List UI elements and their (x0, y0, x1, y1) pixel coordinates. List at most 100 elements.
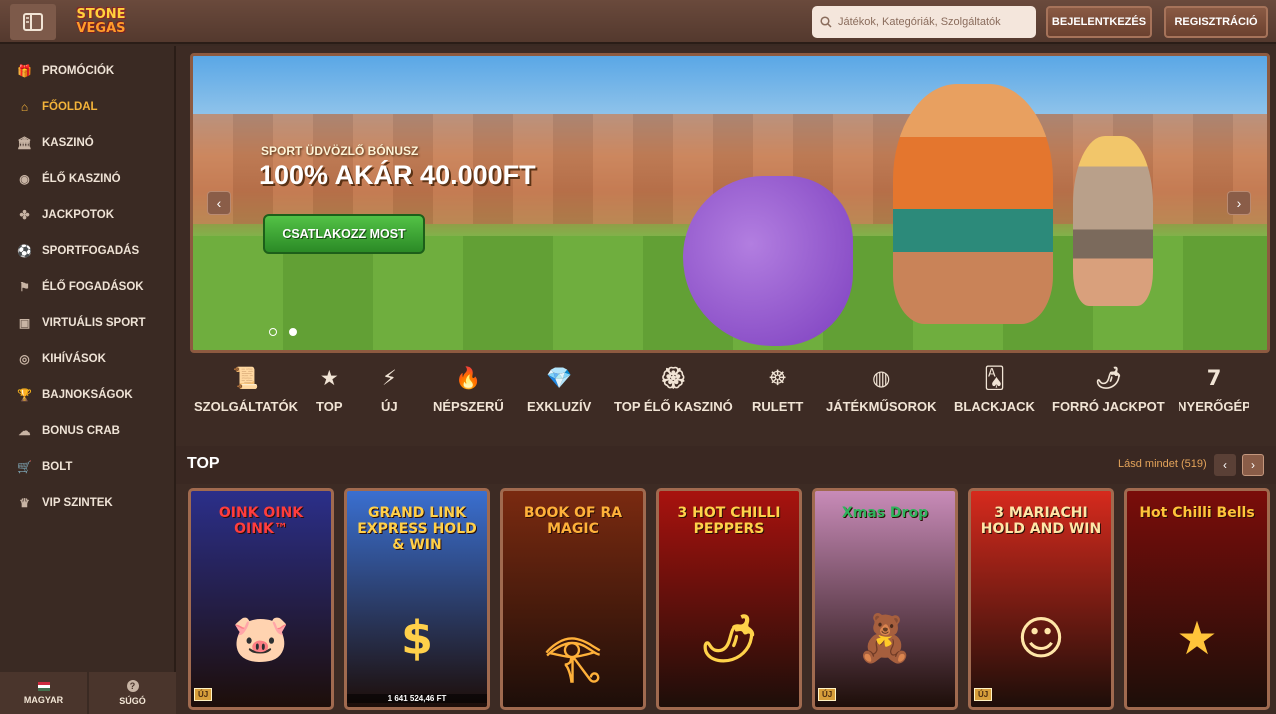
target-icon: ◎ (19, 352, 30, 366)
game-card[interactable]: OINK OINK OINK™ 🐷 ÚJ (188, 488, 334, 710)
category-item[interactable]: 💎 EXKLUZÍV (527, 364, 591, 414)
game-title: Hot Chilli Bells (1139, 505, 1255, 521)
menu-icon (23, 13, 43, 31)
cards-icon: 🂡 (983, 366, 1006, 390)
sidebar-item[interactable]: ⚑ ÉLŐ FOGADÁSOK (0, 269, 174, 305)
game-art-icon: $ (400, 611, 434, 665)
category-label: JÁTÉKMŰSOROK (826, 399, 937, 414)
chevron-left-icon: ‹ (1223, 458, 1227, 472)
game-art-icon: 🌶 (699, 611, 759, 665)
banner-next-button[interactable]: › (1227, 191, 1251, 215)
sidebar-item[interactable]: ⌂ FŐOLDAL (0, 89, 174, 125)
category-item[interactable]: 🏵 TOP ÉLŐ KASZINÓ (614, 364, 733, 414)
lightning-icon: ⚡ (381, 366, 397, 390)
category-item[interactable]: 🔥 NÉPSZERŰ (433, 364, 504, 414)
sidebar-item-label: PROMÓCIÓK (42, 65, 115, 77)
game-title: 3 HOT CHILLI PEPPERS (677, 505, 781, 537)
game-card[interactable]: BOOK OF RA MAGIC 𓂀 (500, 488, 646, 710)
sidebar-item[interactable]: ✤ JACKPOTOK (0, 197, 174, 233)
virtual-sport-icon: ▣ (18, 316, 31, 330)
game-card[interactable]: Xmas Drop 🧸 ÚJ (812, 488, 958, 710)
hungary-flag-icon (37, 681, 50, 691)
register-button[interactable]: REGISZTRÁCIÓ (1164, 6, 1268, 38)
jackpot-amount: 1 641 524,46 FT (347, 694, 487, 703)
game-art-icon: 🧸 (856, 611, 914, 665)
game-title: GRAND LINK EXPRESS HOLD & WIN (357, 505, 477, 553)
search-input[interactable] (838, 16, 1028, 28)
sidebar-item[interactable]: ▣ VIRTUÁLIS SPORT (0, 305, 174, 341)
game-card[interactable]: Hot Chilli Bells ★ (1124, 488, 1270, 710)
category-item[interactable]: ◍ JÁTÉKMŰSOROK (826, 364, 937, 414)
category-label: ÚJ (381, 399, 398, 414)
search-bar[interactable] (812, 6, 1036, 38)
slide-dot-1[interactable] (269, 328, 277, 336)
sidebar-item-label: FŐOLDAL (42, 101, 98, 113)
banner-subtitle: SPORT ÜDVÖZLŐ BÓNUSZ (261, 144, 419, 158)
sidebar-menu: 🎁 PROMÓCIÓK ⌂ FŐOLDAL 🏛 KASZINÓ ◉ ÉLŐ KASZINÓ ✤ J… (0, 46, 174, 521)
game-card[interactable]: GRAND LINK EXPRESS HOLD & WIN $1 641 524,… (344, 488, 490, 710)
fire-icon: 🔥 (455, 366, 482, 390)
casino-icon: 🏛 (16, 136, 33, 150)
slide-dot-2[interactable] (289, 328, 297, 336)
sidebar-item-label: SPORTFOGADÁS (42, 245, 140, 257)
category-label: TOP (316, 399, 343, 414)
category-item[interactable]: 7 NYERŐGÉP (1179, 364, 1249, 414)
search-icon (820, 16, 832, 28)
category-item[interactable]: ⚡ ÚJ (381, 364, 398, 414)
sidebar-item[interactable]: ♛ VIP SZINTEK (0, 485, 174, 521)
category-label: TOP ÉLŐ KASZINÓ (614, 399, 733, 414)
main-content: SPORT ÜDVÖZLŐ BÓNUSZ 100% AKÁR 40.000FT … (176, 46, 1276, 714)
banner-title: 100% AKÁR 40.000FT (259, 160, 536, 190)
ball-icon: ⚽ (17, 244, 32, 258)
crown-icon: ♛ (19, 496, 30, 510)
games-next-button[interactable]: › (1242, 454, 1264, 476)
sidebar-footer: MAGYAR ? SÚGÓ (0, 672, 176, 714)
sidebar-item[interactable]: 🏛 KASZINÓ (0, 125, 174, 161)
game-art-icon: ★ (1176, 611, 1218, 665)
sidebar-item[interactable]: ◉ ÉLŐ KASZINÓ (0, 161, 174, 197)
games-prev-button[interactable]: ‹ (1214, 454, 1236, 476)
category-item[interactable]: 🂡 BLACKJACK (954, 364, 1035, 414)
sidebar-item-label: ÉLŐ FOGADÁSOK (42, 281, 144, 293)
language-label: MAGYAR (23, 694, 64, 705)
category-item[interactable]: ★ TOP (316, 364, 343, 414)
promo-banner[interactable]: SPORT ÜDVÖZLŐ BÓNUSZ 100% AKÁR 40.000FT … (190, 53, 1270, 353)
crab-icon: ☁ (18, 424, 31, 438)
sidebar-item[interactable]: 🛒 BOLT (0, 449, 174, 485)
sidebar-item[interactable]: ⚽ SPORTFOGADÁS (0, 233, 174, 269)
help-button[interactable]: ? SÚGÓ (89, 672, 176, 714)
banner-prev-button[interactable]: ‹ (207, 191, 231, 215)
site-logo[interactable]: STONE VEGAS (66, 4, 136, 40)
see-all-link[interactable]: Lásd mindet (519) (1118, 458, 1207, 470)
category-item[interactable]: 🌶 FORRÓ JACKPOT (1052, 364, 1165, 414)
sidebar-item-label: BAJNOKSÁGOK (42, 389, 133, 401)
chili-icon: 🌶 (1095, 366, 1122, 390)
star-icon: ★ (319, 366, 339, 390)
sidebar-item-label: ÉLŐ KASZINÓ (42, 173, 121, 185)
language-button[interactable]: MAGYAR (0, 672, 87, 714)
game-card[interactable]: 3 MARIACHI HOLD AND WIN ☺ ÚJ (968, 488, 1114, 710)
category-item[interactable]: 📜 SZOLGÁLTATÓK (194, 364, 298, 414)
sidebar-item[interactable]: ◎ KIHÍVÁSOK (0, 341, 174, 377)
category-item[interactable]: ☸ RULETT (752, 364, 803, 414)
chevron-right-icon: › (1251, 458, 1255, 472)
game-title: Xmas Drop (841, 505, 929, 521)
game-art-icon: ☺ (1017, 611, 1065, 665)
sidebar-toggle-button[interactable] (10, 4, 56, 40)
category-bar: 📜 SZOLGÁLTATÓK ★ TOP ⚡ ÚJ 🔥 NÉPSZERŰ 💎 EXKLUZÍV 🏵 T… (176, 364, 1276, 430)
join-now-button[interactable]: CSATLAKOZZ MOST (263, 214, 425, 254)
login-button[interactable]: BEJELENTKEZÉS (1046, 6, 1152, 38)
top-bar: STONE VEGAS BEJELENTKEZÉS REGISZTRÁCIÓ (0, 0, 1276, 44)
new-badge: ÚJ (974, 688, 993, 701)
chevron-left-icon: ‹ (216, 195, 222, 211)
game-card[interactable]: 3 HOT CHILLI PEPPERS 🌶 (656, 488, 802, 710)
section-title: TOP (187, 455, 220, 472)
gift-icon: 🎁 (17, 64, 32, 78)
scroll-icon: 📜 (232, 366, 260, 390)
sidebar-item[interactable]: 🏆 BAJNOKSÁGOK (0, 377, 174, 413)
help-icon: ? (126, 680, 139, 692)
sidebar-item[interactable]: ☁ BONUS CRAB (0, 413, 174, 449)
sidebar-item[interactable]: 🎁 PROMÓCIÓK (0, 53, 174, 89)
category-label: SZOLGÁLTATÓK (194, 399, 298, 414)
caveman-player-image (893, 84, 1053, 324)
